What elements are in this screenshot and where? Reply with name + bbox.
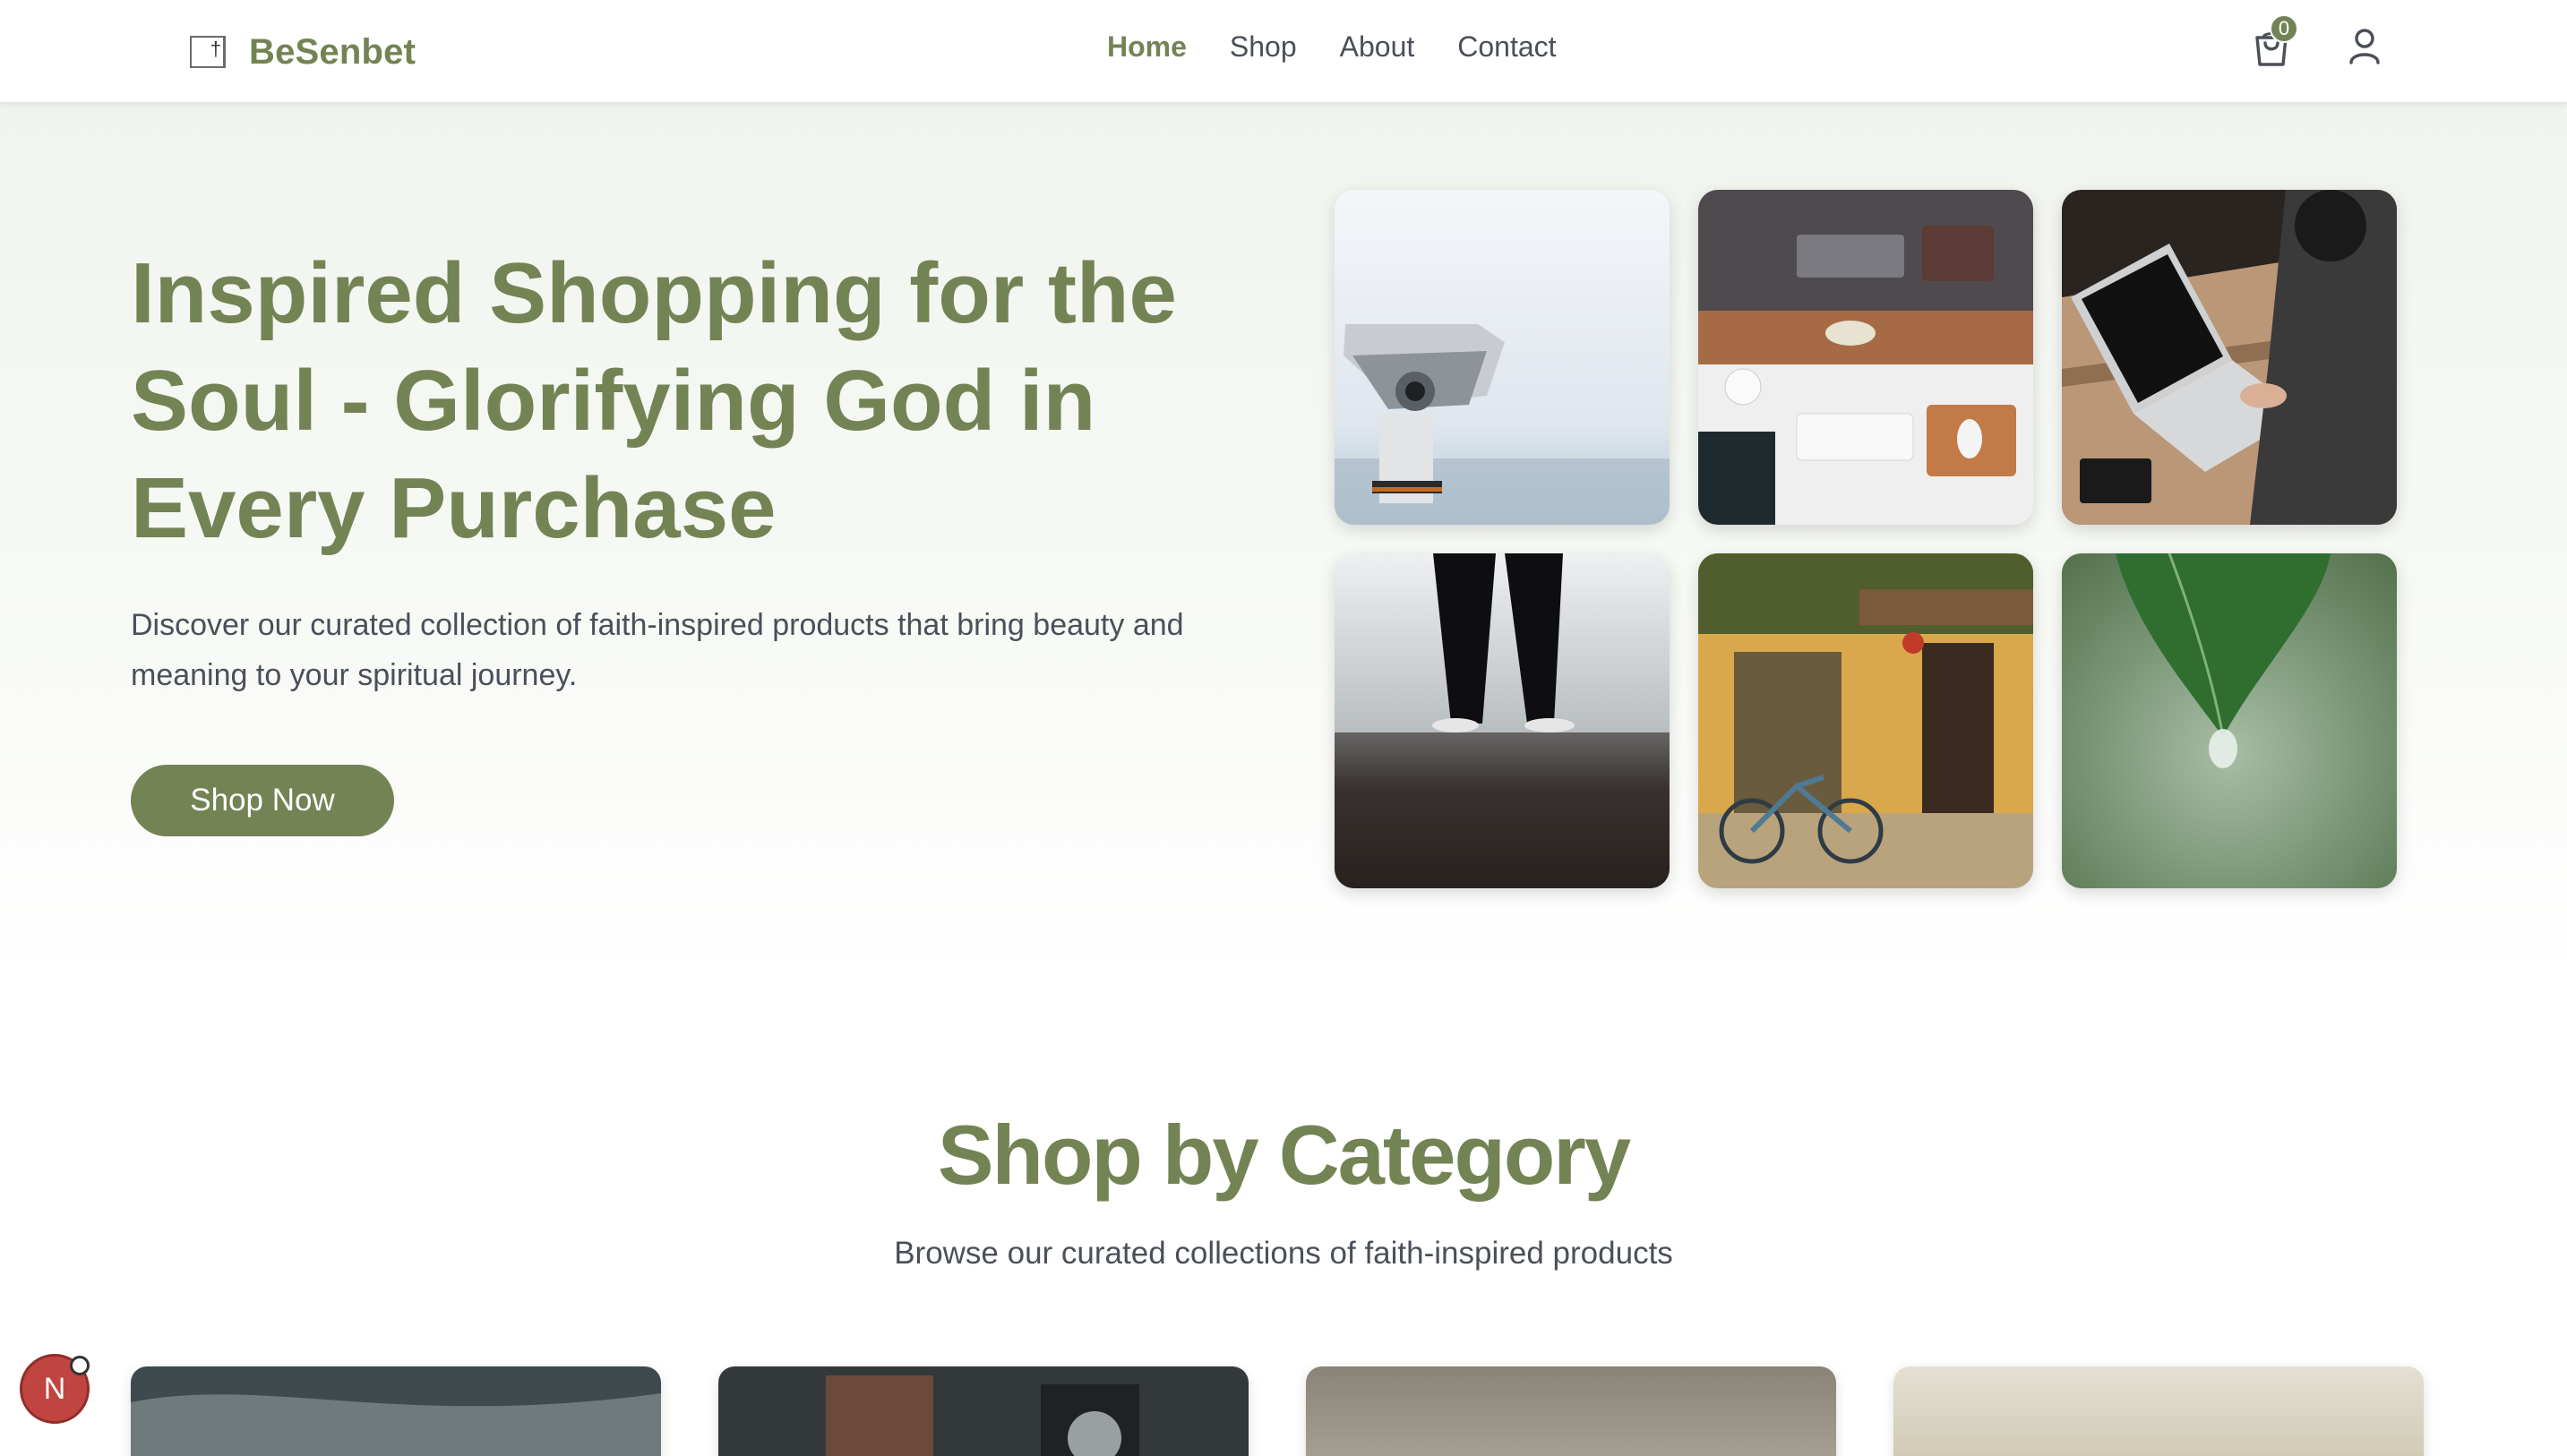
- category-section-title: Shop by Category: [937, 1108, 1631, 1202]
- user-icon[interactable]: [2347, 27, 2382, 66]
- yellow-house-bicycle-photo: [1698, 553, 2033, 888]
- cross-logo-icon: [190, 36, 226, 68]
- brand-name: BeSenbet: [249, 31, 416, 72]
- main-nav: Home Shop About Contact: [1107, 27, 1557, 66]
- category-card-4[interactable]: [1893, 1366, 2424, 1456]
- shop-now-button[interactable]: Shop Now: [131, 765, 394, 836]
- nav-contact[interactable]: Contact: [1457, 30, 1556, 64]
- hero-description: Discover our curated collection of faith…: [131, 608, 1184, 692]
- leaf-water-drop-photo: [2062, 553, 2397, 888]
- cart-count-badge: 0: [2270, 14, 2298, 43]
- hero-section: Inspired Shopping for the Soul - Glorify…: [0, 104, 2567, 981]
- nav-shop[interactable]: Shop: [1230, 30, 1297, 64]
- desk-workspace-photo: [1698, 190, 2033, 525]
- category-section-subtitle: Browse our curated collections of faith-…: [894, 1236, 1673, 1271]
- category-card-1[interactable]: [131, 1366, 661, 1456]
- hero-gallery: [1335, 190, 2397, 890]
- hero-title: Inspired Shopping for the Soul - Glorify…: [131, 245, 1177, 556]
- nav-about[interactable]: About: [1340, 30, 1415, 64]
- binoculars-viewer-photo: [1335, 190, 1670, 525]
- category-cards: [131, 1366, 2424, 1456]
- site-header: BeSenbet Home Shop About Contact 0: [0, 0, 2567, 104]
- page: BeSenbet Home Shop About Contact 0 Inspi…: [0, 0, 2567, 1456]
- laptop-typing-photo: [2062, 190, 2397, 525]
- category-card-2[interactable]: [718, 1366, 1249, 1456]
- notification-dot-icon: [70, 1356, 90, 1375]
- category-card-3[interactable]: [1306, 1366, 1836, 1456]
- person-standing-photo: [1335, 553, 1670, 888]
- nav-home[interactable]: Home: [1107, 30, 1187, 64]
- brand-logo[interactable]: BeSenbet: [190, 27, 416, 77]
